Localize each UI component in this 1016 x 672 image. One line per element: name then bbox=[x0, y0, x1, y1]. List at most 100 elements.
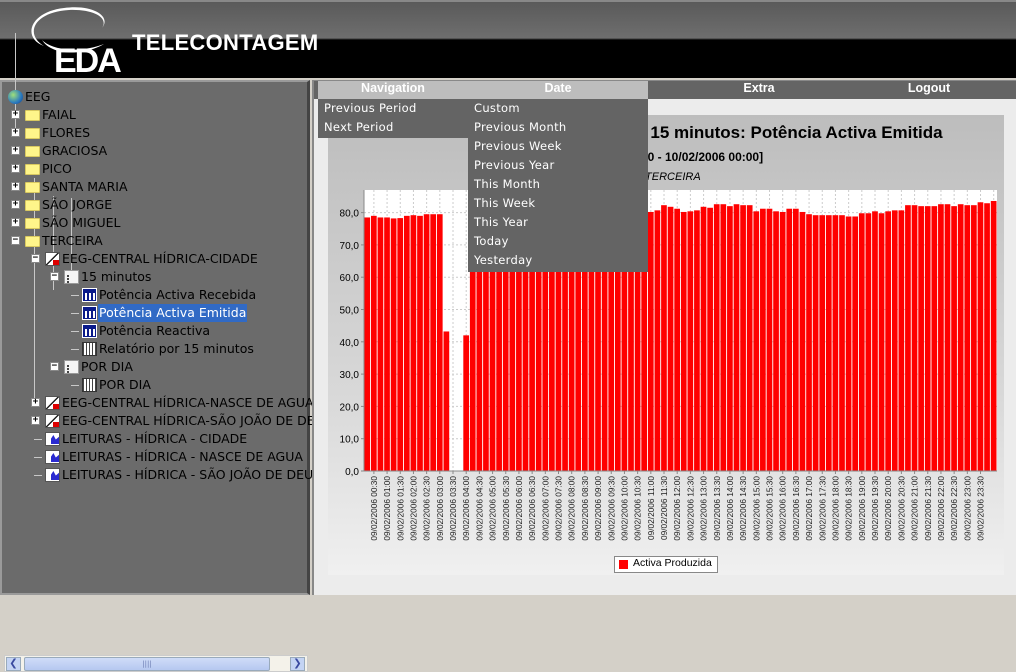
legend-label: Activa Produzida bbox=[633, 557, 712, 569]
x-tick-label: 09/02/2006 12:30 bbox=[685, 476, 695, 541]
menu-navigation[interactable]: Navigation bbox=[318, 81, 468, 99]
tree-item-label: LEITURAS - HÍDRICA - CIDADE bbox=[62, 431, 248, 446]
bar bbox=[773, 211, 779, 471]
menu-item-previous-year[interactable]: Previous Year bbox=[468, 156, 648, 175]
tree-item-label: FLORES bbox=[42, 125, 91, 140]
date-dropdown: Custom Previous Month Previous Week Previou… bbox=[468, 99, 648, 272]
tree-item-report[interactable]: Relatório por 15 minutos bbox=[2, 340, 308, 358]
x-tick-label: 09/02/2006 03:00 bbox=[435, 476, 445, 541]
menu-item-previous-week[interactable]: Previous Week bbox=[468, 137, 648, 156]
bar bbox=[878, 213, 885, 471]
tree-item-central[interactable]: + EEG-CENTRAL HÍDRICA-NASCE DE AGUA bbox=[2, 394, 314, 412]
bar-chart: 0,0 10,0 20,0 30,0 40,0 50,0 60,0 70,0 80,0 09/02… bbox=[340, 190, 997, 541]
menu-item-previous-month[interactable]: Previous Month bbox=[468, 118, 648, 137]
tree-item-island[interactable]: + PICO bbox=[2, 160, 308, 178]
collapse-icon[interactable]: − bbox=[11, 236, 20, 245]
x-tick-label: 09/02/2006 02:30 bbox=[422, 476, 432, 541]
expand-icon[interactable]: + bbox=[11, 200, 20, 209]
table-icon bbox=[82, 378, 97, 392]
tree-item-central[interactable]: − EEG-CENTRAL HÍDRICA-CIDADE bbox=[2, 250, 308, 268]
menu-item-previous-period[interactable]: Previous Period bbox=[318, 99, 470, 118]
menu-item-this-year[interactable]: This Year bbox=[468, 213, 648, 232]
collapse-icon[interactable]: − bbox=[50, 362, 59, 371]
expand-icon[interactable]: + bbox=[31, 416, 40, 425]
folder-icon bbox=[25, 182, 40, 193]
x-tick-label: 09/02/2006 22:30 bbox=[949, 476, 959, 541]
tree-item-group[interactable]: − POR DIA bbox=[2, 358, 308, 376]
tree-item-leituras[interactable]: LEITURAS - HÍDRICA - NASCE DE AGUA bbox=[2, 448, 308, 466]
x-tick-label: 09/02/2006 09:30 bbox=[606, 476, 616, 541]
folder-icon bbox=[25, 164, 40, 175]
x-tick-label: 09/02/2006 05:00 bbox=[488, 476, 498, 541]
tree-item-island[interactable]: + SÃO MIGUEL bbox=[2, 214, 308, 232]
expand-icon[interactable]: + bbox=[11, 146, 20, 155]
tree-item-island[interactable]: + GRACIOSA bbox=[2, 142, 308, 160]
menu-item-this-month[interactable]: This Month bbox=[468, 175, 648, 194]
folder-icon bbox=[25, 146, 40, 157]
menu-extra[interactable]: Extra bbox=[684, 81, 834, 99]
tree-item-report[interactable]: POR DIA bbox=[2, 376, 308, 394]
bar bbox=[905, 205, 911, 471]
x-tick-label: 09/02/2006 01:30 bbox=[395, 476, 405, 541]
tree-item-label: SANTA MARIA bbox=[42, 179, 128, 194]
menu-item-custom[interactable]: Custom bbox=[468, 99, 648, 118]
bar bbox=[990, 200, 997, 471]
expand-icon[interactable]: + bbox=[11, 218, 20, 227]
tree-item-island[interactable]: + FAIAL bbox=[2, 106, 308, 124]
scroll-right-button[interactable]: ❯ bbox=[290, 657, 305, 671]
tree-item-report[interactable]: Potência Reactiva bbox=[2, 322, 308, 340]
tree-item-group[interactable]: − 15 minutos bbox=[2, 268, 308, 286]
bar bbox=[885, 211, 891, 471]
x-tick-label: 09/02/2006 11:30 bbox=[659, 476, 669, 540]
menu-logout[interactable]: Logout bbox=[854, 81, 1004, 99]
folder-icon bbox=[25, 218, 40, 229]
bar bbox=[806, 214, 812, 472]
tree-guide-line bbox=[71, 385, 79, 386]
tree-root-eeg[interactable]: EEG bbox=[2, 88, 308, 106]
expand-icon[interactable]: + bbox=[11, 128, 20, 137]
bar bbox=[938, 204, 944, 471]
tree-item-island[interactable]: + SANTA MARIA bbox=[2, 178, 308, 196]
tree-item-report[interactable]: Potência Activa Recebida bbox=[2, 286, 308, 304]
tree-guide-line bbox=[34, 439, 42, 440]
collapse-icon[interactable]: − bbox=[50, 272, 59, 281]
expand-icon[interactable]: + bbox=[31, 398, 40, 407]
tree-item-island[interactable]: − TERCEIRA bbox=[2, 232, 308, 250]
scroll-left-button[interactable]: ❮ bbox=[6, 657, 21, 671]
tree-item-label: Potência Reactiva bbox=[99, 323, 211, 338]
tree-item-report[interactable]: Potência Activa Emitida bbox=[2, 304, 308, 322]
horizontal-scrollbar[interactable]: ❮ |||| ❯ bbox=[4, 655, 308, 672]
tree-item-central[interactable]: + EEG-CENTRAL HÍDRICA-SÃO JOÃO DE DEUS bbox=[2, 412, 332, 430]
tree-item-leituras[interactable]: LEITURAS - HÍDRICA - SÃO JOÃO DE DEUS bbox=[2, 466, 321, 484]
x-tick-label: 09/02/2006 13:00 bbox=[699, 476, 709, 541]
x-tick-label: 09/02/2006 23:30 bbox=[976, 476, 986, 541]
bar-chart-icon bbox=[82, 306, 97, 320]
y-tick-label: 10,0 bbox=[340, 435, 360, 446]
expand-icon[interactable]: + bbox=[11, 110, 20, 119]
tree-item-island[interactable]: + SÃO JORGE bbox=[2, 196, 308, 214]
menu-item-today[interactable]: Today bbox=[468, 232, 648, 251]
y-tick-label: 80,0 bbox=[340, 209, 360, 220]
bar bbox=[832, 215, 839, 471]
bar bbox=[667, 206, 674, 471]
bar bbox=[984, 203, 990, 471]
collapse-icon[interactable]: − bbox=[31, 254, 40, 263]
scrollbar-thumb[interactable]: |||| bbox=[24, 657, 270, 671]
bar bbox=[403, 215, 410, 471]
expand-icon[interactable]: + bbox=[11, 182, 20, 191]
tree-item-label: GRACIOSA bbox=[42, 143, 108, 158]
menu-item-next-period[interactable]: Next Period bbox=[318, 118, 470, 137]
bar bbox=[845, 216, 852, 471]
tree-item-island[interactable]: + FLORES bbox=[2, 124, 308, 142]
menu-item-yesterday[interactable]: Yesterday bbox=[468, 251, 648, 270]
tree-item-leituras[interactable]: LEITURAS - HÍDRICA - CIDADE bbox=[2, 430, 308, 448]
x-tick-label: 09/02/2006 17:30 bbox=[817, 476, 827, 541]
x-tick-label: 09/02/2006 15:00 bbox=[751, 476, 761, 541]
app-title: TELECONTAGEM bbox=[132, 30, 319, 55]
navigation-tree-panel: EEG + FAIAL + FLORES + GRACIOSA + PICO + SANTA MAR… bbox=[0, 33, 332, 672]
menu-date[interactable]: Date bbox=[468, 81, 648, 99]
menu-item-this-week[interactable]: This Week bbox=[468, 194, 648, 213]
expand-icon[interactable]: + bbox=[11, 164, 20, 173]
y-tick-label: 40,0 bbox=[340, 338, 360, 349]
x-tick-label: 09/02/2006 16:30 bbox=[791, 476, 801, 541]
